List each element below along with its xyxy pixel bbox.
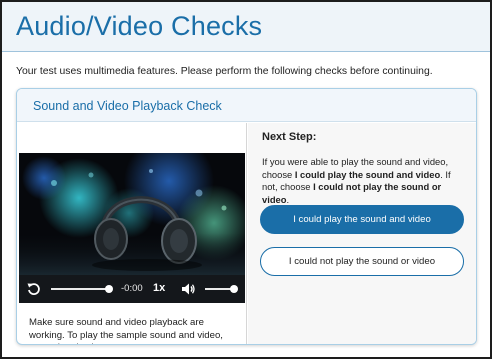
volume-handle[interactable] bbox=[230, 285, 238, 293]
playback-speed-button[interactable]: 1x bbox=[153, 282, 165, 294]
playback-check-panel: Sound and Video Playback Check -0:00 1x … bbox=[16, 88, 477, 345]
panel-header: Sound and Video Playback Check bbox=[17, 89, 476, 122]
video-player[interactable]: -0:00 1x bbox=[19, 153, 245, 303]
could-play-button[interactable]: I could play the sound and video bbox=[260, 205, 464, 234]
next-step-text-3: . bbox=[286, 193, 290, 205]
panel-title: Sound and Video Playback Check bbox=[33, 99, 222, 113]
player-controls: -0:00 1x bbox=[19, 275, 245, 303]
seek-handle[interactable] bbox=[105, 285, 113, 293]
page-header: Audio/Video Checks bbox=[2, 2, 490, 52]
seek-bar[interactable] bbox=[51, 288, 109, 290]
media-column: -0:00 1x Make sure sound and video playb… bbox=[17, 123, 247, 344]
could-not-play-button[interactable]: I could not play the sound or video bbox=[260, 247, 464, 276]
page-title: Audio/Video Checks bbox=[16, 11, 263, 41]
next-step-description: If you were able to play the sound and v… bbox=[262, 156, 467, 206]
window-frame: Audio/Video Checks Your test uses multim… bbox=[0, 0, 492, 359]
next-step-label: Next Step: bbox=[262, 131, 317, 143]
headphones-video-frame bbox=[19, 153, 245, 275]
volume-icon[interactable] bbox=[180, 281, 196, 297]
intro-text: Your test uses multimedia features. Plea… bbox=[16, 66, 433, 77]
playback-instructions: Make sure sound and video playback are w… bbox=[29, 317, 223, 344]
next-step-column: Next Step: If you were able to play the … bbox=[248, 123, 476, 344]
replay-icon[interactable] bbox=[26, 281, 42, 297]
time-display: -0:00 bbox=[121, 283, 143, 294]
next-step-bold-1: I could play the sound and video bbox=[294, 168, 441, 180]
